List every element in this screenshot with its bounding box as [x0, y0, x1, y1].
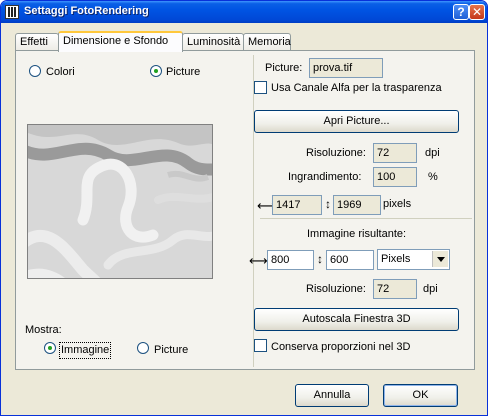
dpi-unit: dpi — [425, 147, 440, 159]
vertical-arrow-icon: ↕ — [317, 252, 323, 266]
radio-colori-label[interactable]: Colori — [46, 66, 75, 79]
radio-colori[interactable] — [29, 65, 41, 77]
mostra-label: Mostra: — [25, 324, 62, 336]
immagine-risultante-label: Immagine risultante: — [307, 228, 407, 240]
units-select[interactable]: Pixels — [377, 249, 450, 270]
conserva-checkbox-label[interactable]: Conserva proporzioni nel 3D — [271, 341, 410, 354]
pixels-unit: pixels — [383, 198, 412, 210]
radio-picture[interactable] — [150, 65, 162, 77]
source-height-field: 1969 — [333, 195, 381, 215]
cancel-button[interactable]: Annulla — [295, 384, 369, 407]
tab-memoria[interactable]: Memoria — [243, 33, 291, 51]
alpha-checkbox-label[interactable]: Usa Canale Alfa per la trasparenza — [271, 82, 442, 95]
picture-label: Picture: — [265, 62, 303, 74]
ok-button[interactable]: OK — [383, 384, 458, 407]
chevron-down-icon[interactable] — [432, 251, 448, 267]
units-select-value: Pixels — [381, 253, 411, 265]
percent-unit: % — [428, 171, 438, 183]
risoluzione-label: Risoluzione: — [306, 147, 366, 159]
alpha-checkbox[interactable] — [254, 81, 267, 94]
vertical-arrow-icon: ↕ — [325, 197, 331, 211]
horizontal-arrow-icon: ⟷ — [249, 253, 268, 268]
risoluzione-field[interactable]: 72 — [373, 143, 417, 163]
dpi2-unit: dpi — [423, 283, 438, 295]
window-title: Settaggi FotoRendering — [24, 5, 149, 17]
radio-picture-label[interactable]: Picture — [166, 66, 200, 79]
ingrandimento-field[interactable]: 100 — [373, 167, 417, 187]
tab-luminosita[interactable]: Luminosità — [182, 33, 244, 51]
tab-dimensione-sfondo[interactable]: Dimensione e Sfondo — [58, 31, 183, 52]
risoluzione2-label: Risoluzione: — [306, 283, 366, 295]
autoscala-button[interactable]: Autoscala Finestra 3D — [254, 308, 459, 331]
radio-picture-show[interactable] — [137, 342, 149, 354]
title-bar[interactable]: Settaggi FotoRendering ? ✕ — [1, 1, 487, 23]
settings-dialog: Settaggi FotoRendering ? ✕ Effetti Dimen… — [0, 0, 488, 416]
help-icon[interactable]: ? — [453, 4, 469, 20]
tab-panel: Colori Picture Mostra: Immagine Picture … — [15, 50, 475, 370]
section-divider — [260, 218, 472, 219]
radio-picture-show-label[interactable]: Picture — [154, 344, 188, 357]
source-width-field: 1417 — [272, 195, 322, 215]
app-icon — [5, 5, 19, 19]
result-height-field[interactable]: 600 — [326, 250, 374, 270]
tab-effetti[interactable]: Effetti — [15, 33, 59, 51]
result-width-field[interactable]: 800 — [267, 250, 314, 270]
apri-picture-button[interactable]: Apri Picture... — [254, 110, 459, 133]
ingrandimento-label: Ingrandimento: — [288, 171, 362, 183]
close-icon[interactable]: ✕ — [469, 4, 485, 20]
conserva-checkbox[interactable] — [254, 339, 267, 352]
risoluzione2-field[interactable]: 72 — [373, 279, 417, 299]
radio-immagine[interactable] — [44, 342, 56, 354]
radio-immagine-label[interactable]: Immagine — [58, 342, 112, 359]
texture-image — [28, 125, 212, 278]
picture-preview — [27, 124, 213, 279]
picture-filename: prova.tif — [309, 58, 383, 78]
